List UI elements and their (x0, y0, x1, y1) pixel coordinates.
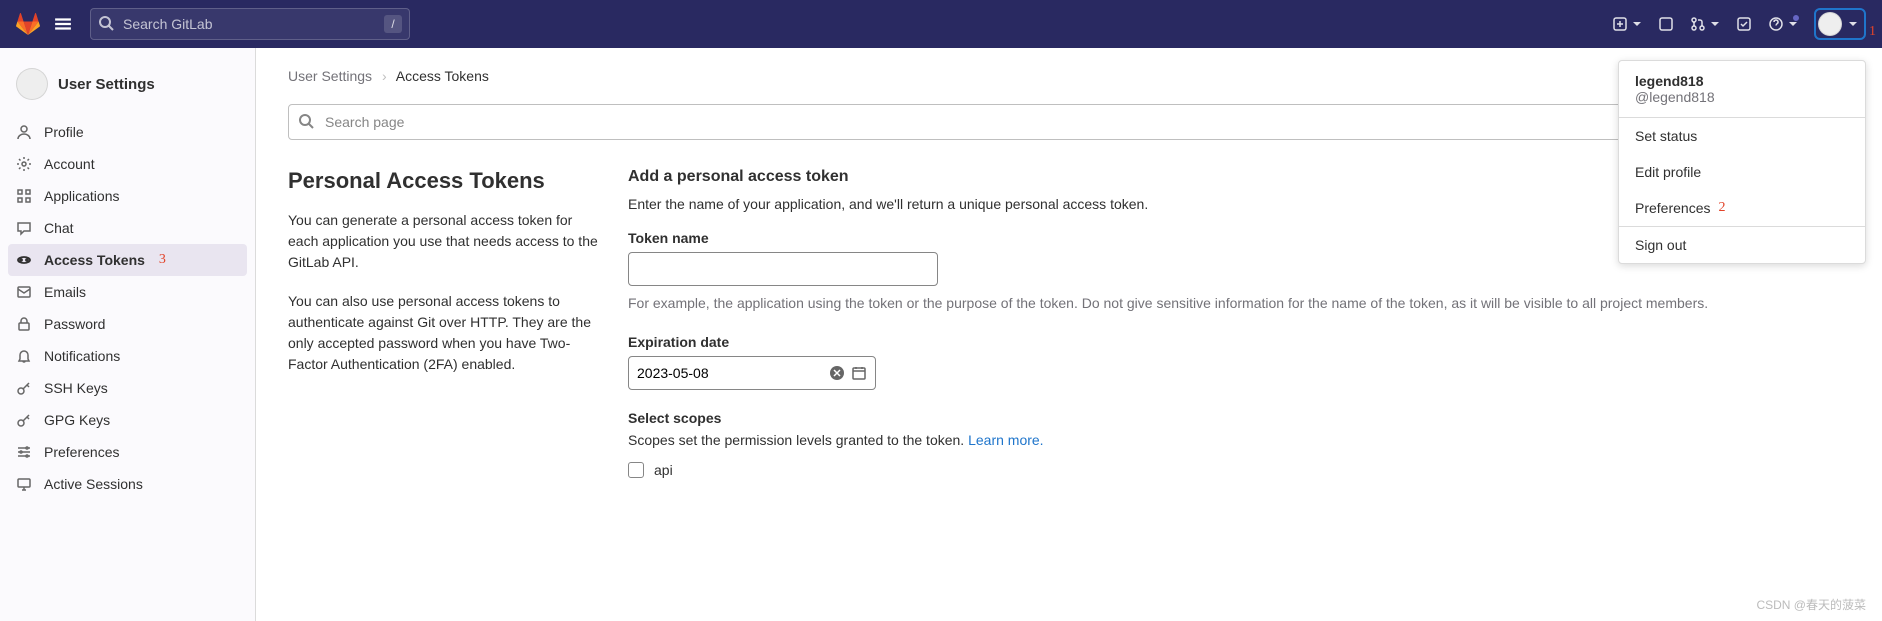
sidebar-item-ssh-keys[interactable]: SSH Keys (0, 372, 255, 404)
sidebar-title: User Settings (58, 76, 155, 93)
merge-requests-dropdown[interactable] (1690, 16, 1720, 32)
sidebar-item-label: Applications (44, 188, 120, 204)
breadcrumb: User Settings › Access Tokens (288, 68, 1850, 84)
issues-icon[interactable] (1658, 16, 1674, 32)
expiration-date-field[interactable] (628, 356, 876, 390)
user-menu-preferences[interactable]: Preferences 2 (1619, 190, 1865, 226)
sidebar-item-label: Notifications (44, 348, 120, 364)
sidebar-item-label: Preferences (44, 444, 119, 460)
avatar (1818, 12, 1842, 36)
monitor-icon (16, 476, 32, 492)
main-content: User Settings › Access Tokens Personal A… (256, 48, 1882, 621)
scope-checkbox-api[interactable] (628, 462, 644, 478)
bell-icon (16, 348, 32, 364)
annotation-3: 3 (159, 252, 166, 268)
sidebar: User Settings Profile Account Applicatio… (0, 48, 256, 621)
user-menu-edit-profile[interactable]: Edit profile (1619, 154, 1865, 190)
expiration-date-label: Expiration date (628, 334, 1850, 350)
learn-more-link[interactable]: Learn more. (968, 432, 1043, 448)
scope-label: api (654, 462, 673, 478)
user-menu-trigger[interactable]: 1 (1814, 8, 1866, 40)
topbar-right: 1 (1612, 8, 1866, 40)
scope-row-api: api (628, 462, 1850, 478)
help-dropdown[interactable] (1768, 16, 1798, 32)
sidebar-item-account[interactable]: Account (0, 148, 255, 180)
sidebar-item-active-sessions[interactable]: Active Sessions (0, 468, 255, 500)
breadcrumb-root[interactable]: User Settings (288, 68, 372, 84)
notification-dot (1792, 14, 1800, 22)
sidebar-item-notifications[interactable]: Notifications (0, 340, 255, 372)
search-icon (298, 113, 314, 129)
sidebar-item-label: SSH Keys (44, 380, 108, 396)
key-icon (16, 412, 32, 428)
calendar-icon[interactable] (851, 365, 867, 381)
sidebar-item-emails[interactable]: Emails (0, 276, 255, 308)
page-search-input[interactable] (288, 104, 1850, 140)
sidebar-item-label: Access Tokens (44, 252, 145, 268)
sidebar-item-label: Password (44, 316, 105, 332)
topbar: / 1 (0, 0, 1882, 48)
annotation-1: 1 (1869, 24, 1876, 40)
token-icon (16, 252, 32, 268)
user-menu-handle: @legend818 (1635, 89, 1849, 105)
sidebar-item-preferences[interactable]: Preferences (0, 436, 255, 468)
page-title: Personal Access Tokens (288, 168, 604, 194)
chat-icon (16, 220, 32, 236)
page-search (288, 104, 1850, 140)
user-menu-sign-out[interactable]: Sign out (1619, 227, 1865, 263)
user-menu-dropdown: legend818 @legend818 Set status Edit pro… (1618, 60, 1866, 264)
sidebar-item-label: GPG Keys (44, 412, 110, 428)
global-search: / (90, 8, 410, 40)
sidebar-item-label: Active Sessions (44, 476, 143, 492)
page-description-2: You can also use personal access tokens … (288, 291, 604, 375)
profile-icon (16, 124, 32, 140)
key-icon (16, 380, 32, 396)
user-menu-set-status[interactable]: Set status (1619, 118, 1865, 154)
create-new-dropdown[interactable] (1612, 16, 1642, 32)
sidebar-item-gpg-keys[interactable]: GPG Keys (0, 404, 255, 436)
sidebar-item-label: Emails (44, 284, 86, 300)
clear-icon[interactable] (829, 365, 845, 381)
scopes-label: Select scopes (628, 410, 1850, 426)
user-menu-name: legend818 (1635, 73, 1849, 89)
token-name-help: For example, the application using the t… (628, 294, 1850, 314)
breadcrumb-current: Access Tokens (396, 68, 489, 84)
slash-shortcut-badge: / (384, 15, 402, 33)
sliders-icon (16, 444, 32, 460)
chevron-right-icon: › (382, 68, 387, 84)
sidebar-header: User Settings (0, 60, 255, 116)
search-input[interactable] (90, 8, 410, 40)
avatar (16, 68, 48, 100)
sidebar-item-chat[interactable]: Chat (0, 212, 255, 244)
sidebar-item-label: Account (44, 156, 95, 172)
todos-icon[interactable] (1736, 16, 1752, 32)
sidebar-item-password[interactable]: Password (0, 308, 255, 340)
sidebar-item-label: Profile (44, 124, 84, 140)
lock-icon (16, 316, 32, 332)
sidebar-item-profile[interactable]: Profile (0, 116, 255, 148)
gear-icon (16, 156, 32, 172)
applications-icon (16, 188, 32, 204)
search-icon (98, 15, 114, 31)
watermark: CSDN @春天的菠菜 (1756, 596, 1866, 613)
sidebar-item-access-tokens[interactable]: Access Tokens 3 (8, 244, 247, 276)
chevron-down-icon (1848, 19, 1858, 29)
hamburger-icon[interactable] (48, 9, 78, 39)
mail-icon (16, 284, 32, 300)
annotation-2: 2 (1718, 200, 1725, 216)
token-name-input[interactable] (628, 252, 938, 286)
user-menu-header: legend818 @legend818 (1619, 61, 1865, 117)
page-description-1: You can generate a personal access token… (288, 210, 604, 273)
expiration-date-input[interactable] (637, 365, 829, 381)
sidebar-item-label: Chat (44, 220, 74, 236)
gitlab-logo-icon[interactable] (16, 12, 40, 36)
sidebar-item-applications[interactable]: Applications (0, 180, 255, 212)
scopes-help: Scopes set the permission levels granted… (628, 432, 1850, 448)
